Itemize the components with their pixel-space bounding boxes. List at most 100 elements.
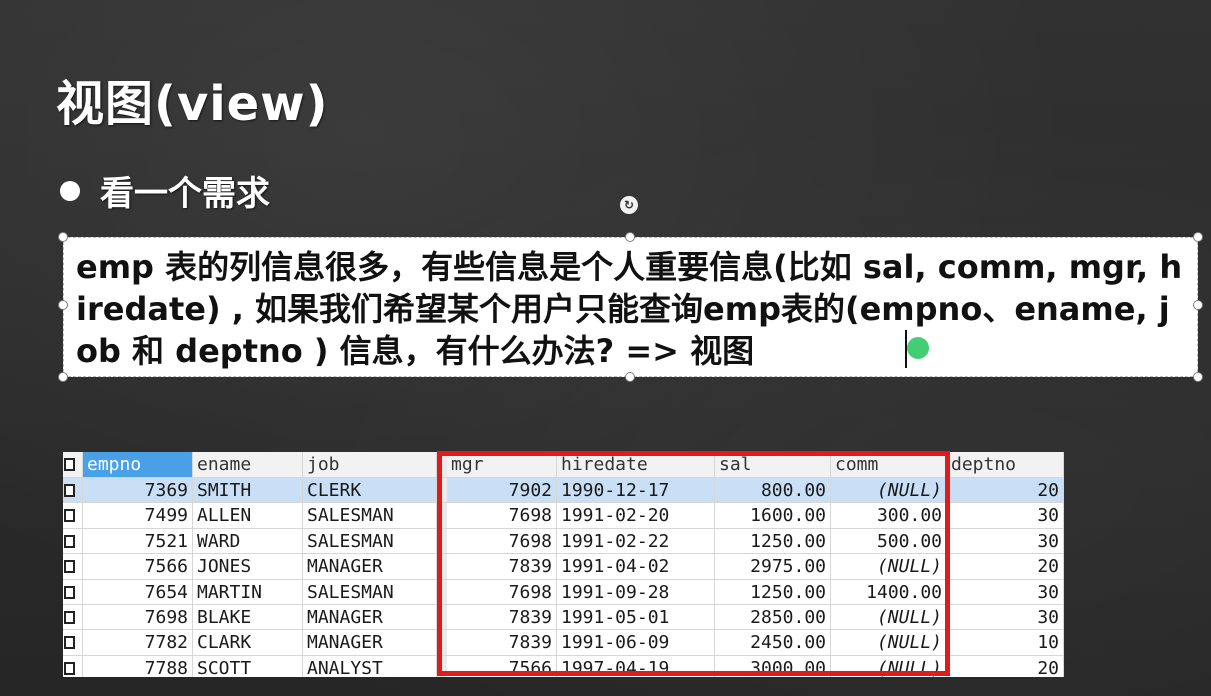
cell-ename[interactable]: MARTIN	[193, 579, 303, 604]
resize-handle-top-left[interactable]	[58, 232, 68, 242]
cell-sal[interactable]: 2850.00	[715, 604, 831, 630]
cell-hiredate[interactable]: 1991-05-01	[557, 604, 715, 630]
table-row[interactable]: 7499 ALLEN SALESMAN 7698 1991-02-20 1600.00 30…	[63, 503, 1064, 529]
resize-handle-left[interactable]	[58, 300, 68, 310]
cell-mgr[interactable]: 7839	[447, 604, 557, 630]
table-row[interactable]: 7788 SCOTT ANALYST 7566 1997-04-19 3000.00 (NU…	[63, 655, 1064, 677]
cell-hiredate[interactable]: 1991-09-28	[557, 579, 715, 604]
cell-sal[interactable]: 3000.00	[715, 655, 831, 677]
cell-sal[interactable]: 1250.00	[715, 579, 831, 604]
cell-comm[interactable]: (NULL)	[831, 478, 947, 503]
resize-handle-right[interactable]	[1193, 300, 1203, 310]
rotate-icon[interactable]: ↻	[620, 196, 638, 214]
resize-handle-bottom-right[interactable]	[1193, 372, 1203, 382]
table-row[interactable]: 7698 BLAKE MANAGER 7839 1991-05-01 2850.00 (NU…	[63, 604, 1064, 631]
cell-ename[interactable]: SMITH	[193, 478, 303, 503]
cell-hiredate[interactable]: 1991-02-22	[557, 528, 715, 554]
cell-mgr[interactable]: 7839	[447, 630, 557, 655]
table-row[interactable]: 7654 MARTIN SALESMAN 7698 1991-09-28 1250.00 1…	[63, 579, 1064, 605]
cell-comm[interactable]: 1400.00	[831, 579, 947, 604]
column-header-empno[interactable]: empno	[83, 452, 193, 477]
resize-handle-bottom[interactable]	[625, 372, 635, 382]
cell-sal[interactable]: 2450.00	[715, 630, 831, 655]
cell-comm[interactable]: (NULL)	[831, 655, 947, 677]
cell-empno[interactable]: 7521	[83, 528, 193, 554]
row-checkbox-cell[interactable]	[63, 554, 83, 579]
checkbox-icon[interactable]	[64, 636, 75, 650]
cell-mgr[interactable]: 7902	[447, 478, 557, 503]
cell-hiredate[interactable]: 1991-04-02	[557, 554, 715, 579]
cell-hiredate[interactable]: 1990-12-17	[557, 478, 715, 503]
cell-sal[interactable]: 1250.00	[715, 528, 831, 554]
cell-ename[interactable]: JONES	[193, 554, 303, 579]
header-checkbox-cell[interactable]	[63, 452, 83, 477]
cell-comm[interactable]: (NULL)	[831, 604, 947, 630]
cell-mgr[interactable]: 7698	[447, 503, 557, 528]
cell-hiredate[interactable]: 1991-02-20	[557, 503, 715, 528]
cell-deptno[interactable]: 30	[947, 604, 1064, 630]
row-checkbox-cell[interactable]	[63, 503, 83, 528]
resize-handle-top-right[interactable]	[1193, 232, 1203, 242]
cell-ename[interactable]: ALLEN	[193, 503, 303, 528]
emp-data-grid[interactable]: empno ename job mgr hiredate sal comm de…	[63, 452, 1064, 677]
cell-ename[interactable]: BLAKE	[193, 604, 303, 630]
column-header-comm[interactable]: comm	[831, 452, 947, 477]
cell-empno[interactable]: 7654	[83, 579, 193, 604]
cell-empno[interactable]: 7788	[83, 655, 193, 677]
cell-mgr[interactable]: 7698	[447, 579, 557, 604]
cell-hiredate[interactable]: 1991-06-09	[557, 630, 715, 655]
cell-sal[interactable]: 1600.00	[715, 503, 831, 528]
cell-deptno[interactable]: 20	[947, 554, 1064, 579]
cell-empno[interactable]: 7566	[83, 554, 193, 579]
cell-job[interactable]: ANALYST	[303, 655, 437, 677]
cell-comm[interactable]: (NULL)	[831, 554, 947, 579]
row-checkbox-cell[interactable]	[63, 630, 83, 655]
row-checkbox-cell[interactable]	[63, 604, 83, 630]
row-checkbox-cell[interactable]	[63, 579, 83, 604]
cell-empno[interactable]: 7782	[83, 630, 193, 655]
cell-deptno[interactable]: 30	[947, 503, 1064, 528]
row-checkbox-cell[interactable]	[63, 655, 83, 677]
column-header-deptno[interactable]: deptno	[947, 452, 1064, 477]
cell-deptno[interactable]: 30	[947, 528, 1064, 554]
row-checkbox-cell[interactable]	[63, 478, 83, 503]
cell-empno[interactable]: 7499	[83, 503, 193, 528]
column-header-mgr[interactable]: mgr	[447, 452, 557, 477]
checkbox-icon[interactable]	[64, 560, 75, 574]
cell-job[interactable]: MANAGER	[303, 604, 437, 630]
text-box[interactable]: emp 表的列信息很多，有些信息是个人重要信息(比如 sal, comm, mg…	[63, 237, 1198, 377]
cell-deptno[interactable]: 30	[947, 579, 1064, 604]
checkbox-icon[interactable]	[64, 509, 75, 523]
checkbox-icon[interactable]	[64, 610, 75, 624]
cell-comm[interactable]: (NULL)	[831, 630, 947, 655]
cell-job[interactable]: MANAGER	[303, 630, 437, 655]
cell-empno[interactable]: 7369	[83, 478, 193, 503]
cell-job[interactable]: CLERK	[303, 478, 437, 503]
cell-deptno[interactable]: 10	[947, 630, 1064, 655]
table-row[interactable]: 7782 CLARK MANAGER 7839 1991-06-09 2450.00 (NU…	[63, 630, 1064, 656]
cell-ename[interactable]: SCOTT	[193, 655, 303, 677]
checkbox-icon[interactable]	[64, 585, 75, 599]
cell-mgr[interactable]: 7698	[447, 528, 557, 554]
cell-job[interactable]: SALESMAN	[303, 579, 437, 604]
cell-sal[interactable]: 2975.00	[715, 554, 831, 579]
checkbox-icon[interactable]	[64, 458, 75, 471]
column-header-sal[interactable]: sal	[715, 452, 831, 477]
cell-job[interactable]: SALESMAN	[303, 528, 437, 554]
table-row[interactable]: 7369 SMITH CLERK 7902 1990-12-17 800.00 (NULL)…	[63, 478, 1064, 504]
cell-empno[interactable]: 7698	[83, 604, 193, 630]
cell-ename[interactable]: CLARK	[193, 630, 303, 655]
cell-deptno[interactable]: 20	[947, 655, 1064, 677]
resize-handle-bottom-left[interactable]	[58, 372, 68, 382]
cell-job[interactable]: MANAGER	[303, 554, 437, 579]
cell-hiredate[interactable]: 1997-04-19	[557, 655, 715, 677]
column-header-job[interactable]: job	[303, 452, 437, 477]
cell-mgr[interactable]: 7566	[447, 655, 557, 677]
checkbox-icon[interactable]	[64, 534, 75, 548]
checkbox-icon[interactable]	[64, 661, 75, 675]
table-row[interactable]: 7521 WARD SALESMAN 7698 1991-02-22 1250.00 500…	[63, 528, 1064, 555]
table-row[interactable]: 7566 JONES MANAGER 7839 1991-04-02 2975.00 (NU…	[63, 554, 1064, 580]
cell-sal[interactable]: 800.00	[715, 478, 831, 503]
cell-comm[interactable]: 500.00	[831, 528, 947, 554]
cell-comm[interactable]: 300.00	[831, 503, 947, 528]
